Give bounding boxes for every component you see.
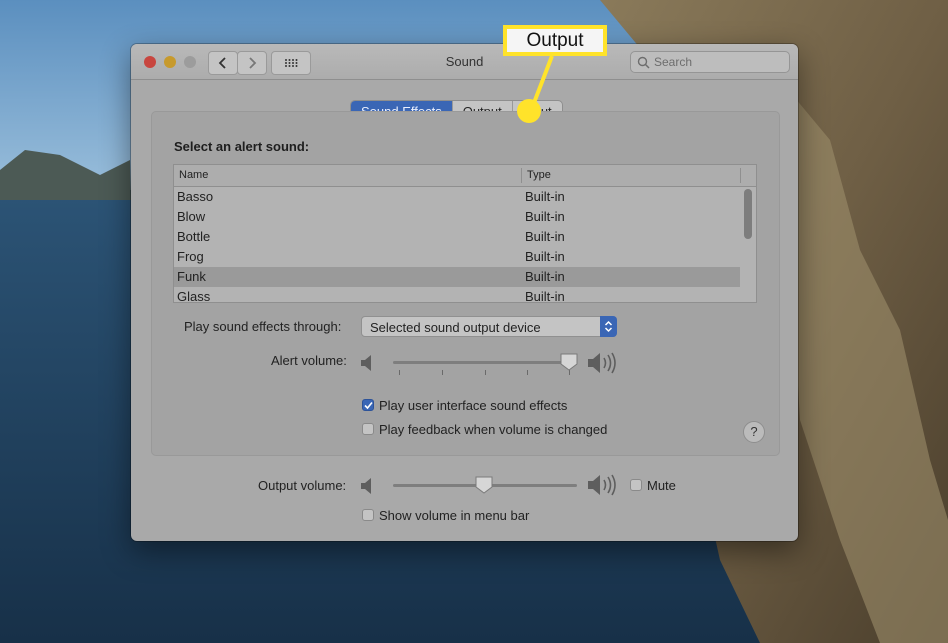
mute-label: Mute [647,478,676,493]
sound-name: Basso [177,189,214,204]
feedback-checkbox[interactable] [362,423,374,435]
search-icon [637,56,650,69]
show-volume-menu-bar-label: Show volume in menu bar [379,508,530,523]
column-header-type[interactable]: Type [527,169,551,181]
output-volume-label: Output volume: [258,478,347,493]
column-header-name[interactable]: Name [179,169,208,181]
table-row[interactable]: Frog Built-in [174,247,740,267]
table-row[interactable]: Blow Built-in [174,207,740,227]
table-scrollbar[interactable] [744,189,752,239]
sound-name: Funk [177,269,206,284]
play-through-label: Play sound effects through: [184,319,342,334]
ui-sounds-label: Play user interface sound effects [379,398,568,413]
column-divider [740,168,741,183]
column-divider [521,168,522,183]
alert-sound-heading: Select an alert sound: [174,139,310,154]
table-row[interactable]: Basso Built-in [174,187,740,207]
slider-tick [442,370,443,375]
alert-volume-label: Alert volume: [271,353,347,368]
mute-checkbox[interactable] [630,479,642,491]
help-button[interactable]: ? [743,421,765,443]
output-device-value: Selected sound output device [370,320,541,335]
table-rows: Basso Built-in Blow Built-in Bottle Built-i… [174,187,740,303]
speaker-high-icon [588,474,616,496]
slider-tick [399,370,400,375]
title-bar: Sound Search [131,44,798,80]
sound-name: Glass [177,289,211,303]
output-callout-label: Output [503,25,607,56]
sound-type: Built-in [525,269,565,284]
sound-type: Built-in [525,209,565,224]
speaker-low-icon [361,478,371,494]
sound-name: Blow [177,209,206,224]
show-volume-menu-bar-checkbox[interactable] [362,509,374,521]
search-placeholder: Search [654,55,693,69]
table-row[interactable]: Bottle Built-in [174,227,740,247]
speaker-high-icon [588,352,616,374]
table-row[interactable]: Glass Built-in [174,287,740,303]
slider-tick [527,370,528,375]
sound-preferences-window: Sound Search Sound Effects Output Input … [131,44,798,541]
alert-volume-track[interactable] [393,361,571,364]
feedback-label: Play feedback when volume is changed [379,422,608,437]
ui-sounds-checkbox[interactable] [362,399,374,411]
table-row-selected[interactable]: Funk Built-in [174,267,740,287]
checkmark-icon [364,401,373,410]
alert-sound-table[interactable]: Name Type Basso Built-in Blow Built-in Bot… [173,164,757,303]
sound-type: Built-in [525,189,565,204]
sound-name: Bottle [177,229,211,244]
select-arrows-icon [600,316,617,337]
slider-tick [485,370,486,375]
sound-type: Built-in [525,249,565,264]
sound-type: Built-in [525,229,565,244]
output-device-select[interactable]: Selected sound output device [361,316,617,337]
sound-name: Frog [177,249,204,264]
speaker-low-icon [361,355,371,371]
alert-volume-knob[interactable] [559,352,579,372]
table-header: Name Type [174,165,756,187]
output-volume-knob[interactable] [474,475,494,495]
search-field[interactable]: Search [630,51,790,73]
sound-type: Built-in [525,289,565,303]
